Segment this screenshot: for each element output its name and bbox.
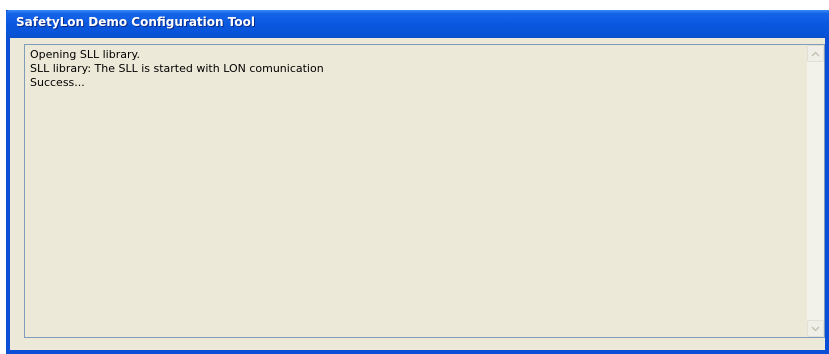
scroll-down-button[interactable] — [807, 320, 824, 337]
log-line: SLL library: The SLL is started with LON… — [30, 62, 324, 75]
window-title: SafetyLon Demo Configuration Tool — [16, 15, 255, 29]
chevron-down-icon — [811, 325, 820, 332]
log-line: Success... — [30, 76, 85, 89]
scroll-up-button[interactable] — [807, 45, 824, 62]
chevron-up-icon — [811, 50, 820, 57]
window-client-area: Opening SLL library. SLL library: The SL… — [10, 38, 825, 350]
log-line: Opening SLL library. — [30, 48, 140, 61]
vertical-scrollbar[interactable] — [807, 45, 824, 337]
log-output-textarea[interactable]: Opening SLL library. SLL library: The SL… — [24, 44, 825, 338]
title-bar[interactable]: SafetyLon Demo Configuration Tool — [6, 10, 829, 38]
log-lines: Opening SLL library. SLL library: The SL… — [30, 48, 324, 90]
app-window: SafetyLon Demo Configuration Tool Openin… — [6, 10, 829, 354]
